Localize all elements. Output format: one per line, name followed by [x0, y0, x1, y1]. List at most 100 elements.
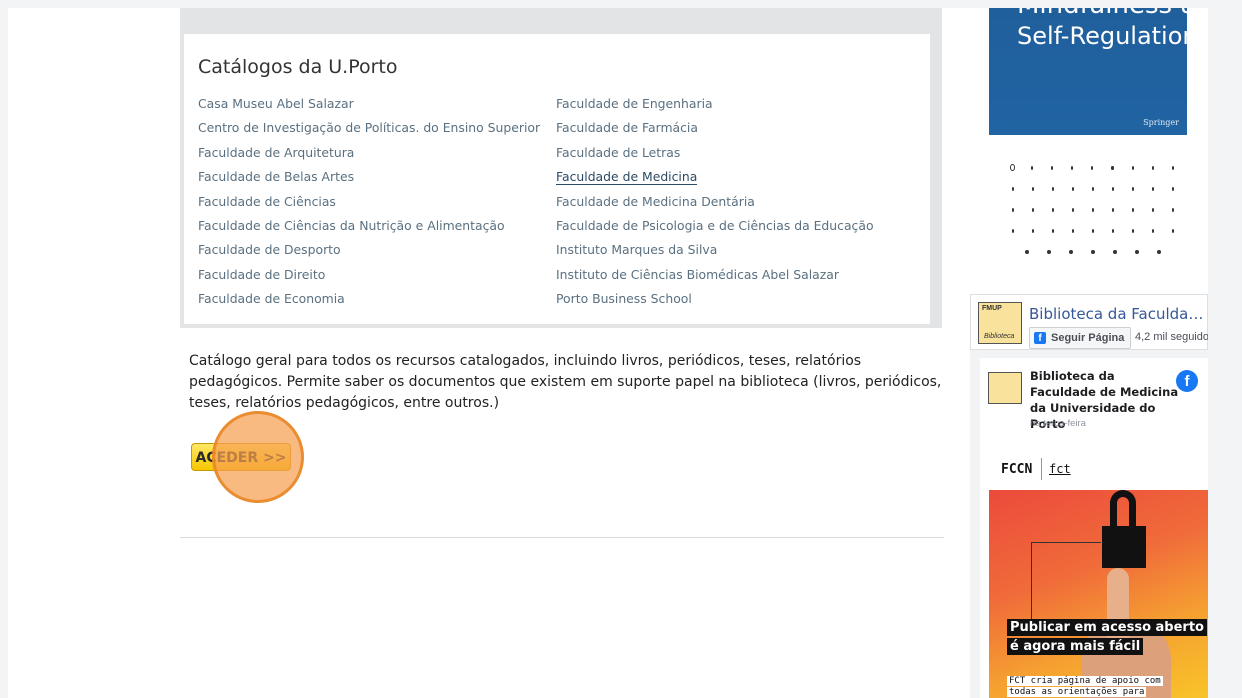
carousel-dot[interactable] — [1112, 187, 1114, 191]
carousel-dot[interactable] — [1172, 229, 1174, 233]
book-title-top: Mindfulness and — [1017, 8, 1187, 20]
facebook-page-name[interactable]: Biblioteca da Faculda… — [1029, 305, 1207, 323]
carousel-dot[interactable] — [1032, 229, 1034, 233]
carousel-dot[interactable] — [1092, 229, 1094, 233]
carousel-dot[interactable] — [1113, 250, 1117, 254]
carousel-dot[interactable] — [1072, 229, 1074, 233]
catalog-list-item: Instituto Marques da Silva — [556, 238, 874, 262]
carousel-dot[interactable] — [1132, 229, 1134, 233]
carousel-dot[interactable] — [1032, 208, 1034, 212]
carousel-dot[interactable] — [1092, 187, 1094, 191]
lock-body — [1102, 526, 1146, 568]
carousel-dot[interactable] — [1092, 208, 1094, 212]
catalog-link[interactable]: Faculdade de Engenharia — [556, 96, 713, 111]
catalog-link[interactable]: Faculdade de Ciências da Nutrição e Alim… — [198, 218, 505, 233]
catalog-link[interactable]: Centro de Investigação de Políticas. do … — [198, 120, 540, 135]
carousel-dot[interactable] — [1091, 166, 1094, 170]
post-image[interactable]: FCCN fct Publicar em acesso aberto é ago… — [989, 450, 1208, 698]
post-date[interactable]: na terça-feira — [1030, 418, 1086, 429]
carousel-dot[interactable] — [1152, 208, 1154, 212]
catalog-list-item: Faculdade de Farmácia — [556, 116, 874, 140]
book-cover[interactable]: Mindfulness and Self-Regulation Springer — [989, 8, 1187, 135]
carousel-dot[interactable] — [1151, 166, 1154, 170]
book-publisher: Springer — [1143, 118, 1179, 127]
carousel-dot-row — [1003, 221, 1183, 242]
carousel-dot[interactable] — [1111, 166, 1114, 170]
carousel-dot[interactable] — [1132, 208, 1134, 212]
promo-footer: FCT cria página de apoio com todas as or… — [1007, 676, 1197, 698]
carousel-dot[interactable] — [1072, 187, 1074, 191]
carousel-dot[interactable] — [1172, 208, 1174, 212]
carousel-dot[interactable] — [1050, 166, 1054, 170]
carousel-dot-row — [1003, 200, 1183, 221]
carousel-dot[interactable] — [1052, 187, 1054, 191]
carousel-dot[interactable] — [1132, 187, 1134, 191]
catalog-list-item: Faculdade de Medicina — [556, 165, 874, 189]
carousel-dot[interactable] — [1171, 166, 1174, 170]
carousel-dot[interactable] — [1047, 250, 1051, 254]
facebook-logo-icon[interactable]: f — [1176, 370, 1198, 392]
catalog-link[interactable]: Faculdade de Medicina Dentária — [556, 194, 755, 209]
catalog-link[interactable]: Faculdade de Medicina — [556, 169, 698, 186]
catalog-link[interactable]: Instituto Marques da Silva — [556, 242, 717, 257]
fmup-logo[interactable]: FMUP Biblioteca — [978, 302, 1022, 344]
carousel-dot[interactable] — [1010, 164, 1015, 171]
carousel-dot[interactable] — [1012, 229, 1014, 233]
catalog-link[interactable]: Faculdade de Ciências — [198, 194, 336, 209]
catalog-link[interactable]: Porto Business School — [556, 291, 692, 306]
post-author-logo[interactable] — [988, 372, 1022, 404]
facebook-widget: FMUP Biblioteca Biblioteca da Faculda… f… — [970, 294, 1208, 698]
carousel-dot[interactable] — [1152, 229, 1154, 233]
carousel-dot[interactable] — [1072, 208, 1074, 212]
promo-brand-separator — [1041, 458, 1042, 480]
carousel-dot[interactable] — [1052, 208, 1054, 212]
carousel-dot[interactable] — [1131, 166, 1134, 170]
carousel-dot[interactable] — [1135, 250, 1139, 254]
carousel-dot[interactable] — [1030, 166, 1033, 170]
carousel-dot[interactable] — [1012, 187, 1014, 191]
followers-count: 4,2 mil seguido — [1135, 331, 1208, 343]
carousel-dot[interactable] — [1157, 250, 1161, 254]
promo-line-h — [1031, 542, 1101, 543]
catalog-list-item: Faculdade de Desporto — [198, 238, 540, 262]
carousel-dot[interactable] — [1025, 250, 1029, 254]
catalog-link[interactable]: Faculdade de Desporto — [198, 242, 341, 257]
catalog-link[interactable]: Faculdade de Economia — [198, 291, 345, 306]
catalog-link[interactable]: Casa Museu Abel Salazar — [198, 96, 354, 111]
catalog-list-left: Casa Museu Abel Salazar Centro de Investi… — [198, 92, 540, 312]
carousel-dot[interactable] — [1012, 208, 1014, 212]
catalog-list-item: Faculdade de Letras — [556, 141, 874, 165]
catalog-link[interactable]: Faculdade de Belas Artes — [198, 169, 354, 184]
catalog-link[interactable]: Faculdade de Farmácia — [556, 120, 698, 135]
catalog-link[interactable]: Faculdade de Psicologia e de Ciências da… — [556, 218, 874, 233]
catalog-list-item: Faculdade de Direito — [198, 263, 540, 287]
promo-footer-line2: todas as orientações para — [1007, 687, 1147, 697]
catalog-box: Catálogos da U.Porto Casa Museu Abel Sal… — [184, 34, 930, 324]
carousel-dot-row — [1003, 179, 1183, 200]
follow-page-button[interactable]: f Seguir Página — [1029, 327, 1132, 349]
catalog-link[interactable]: Faculdade de Arquitetura — [198, 145, 354, 160]
carousel-dot-row — [1003, 242, 1183, 263]
carousel-dot[interactable] — [1091, 250, 1095, 254]
carousel-dot[interactable] — [1112, 208, 1114, 212]
carousel-dot[interactable] — [1172, 187, 1174, 191]
catalog-list-item: Faculdade de Engenharia — [556, 92, 874, 116]
page: Catálogos da U.Porto Casa Museu Abel Sal… — [8, 8, 1208, 698]
catalog-list-item: Faculdade de Economia — [198, 287, 540, 311]
carousel-dots — [1003, 158, 1183, 263]
carousel-dot[interactable] — [1032, 187, 1034, 191]
carousel-dot[interactable] — [1071, 166, 1074, 170]
catalog-list-item: Casa Museu Abel Salazar — [198, 92, 540, 116]
promo-caption: Publicar em acesso aberto é agora mais f… — [1007, 618, 1207, 656]
carousel-dot[interactable] — [1052, 229, 1054, 233]
catalog-link[interactable]: Instituto de Ciências Biomédicas Abel Sa… — [556, 267, 839, 282]
catalog-link[interactable]: Faculdade de Letras — [556, 145, 680, 160]
catalog-list-item: Faculdade de Psicologia e de Ciências da… — [556, 214, 874, 238]
carousel-dot[interactable] — [1152, 187, 1154, 191]
promo-line-icon — [1031, 542, 1032, 630]
open-lock-icon — [1110, 490, 1136, 528]
carousel-dot[interactable] — [1069, 250, 1073, 254]
carousel-dot[interactable] — [1112, 229, 1114, 233]
catalog-list-item: Porto Business School — [556, 287, 874, 311]
catalog-link[interactable]: Faculdade de Direito — [198, 267, 325, 282]
